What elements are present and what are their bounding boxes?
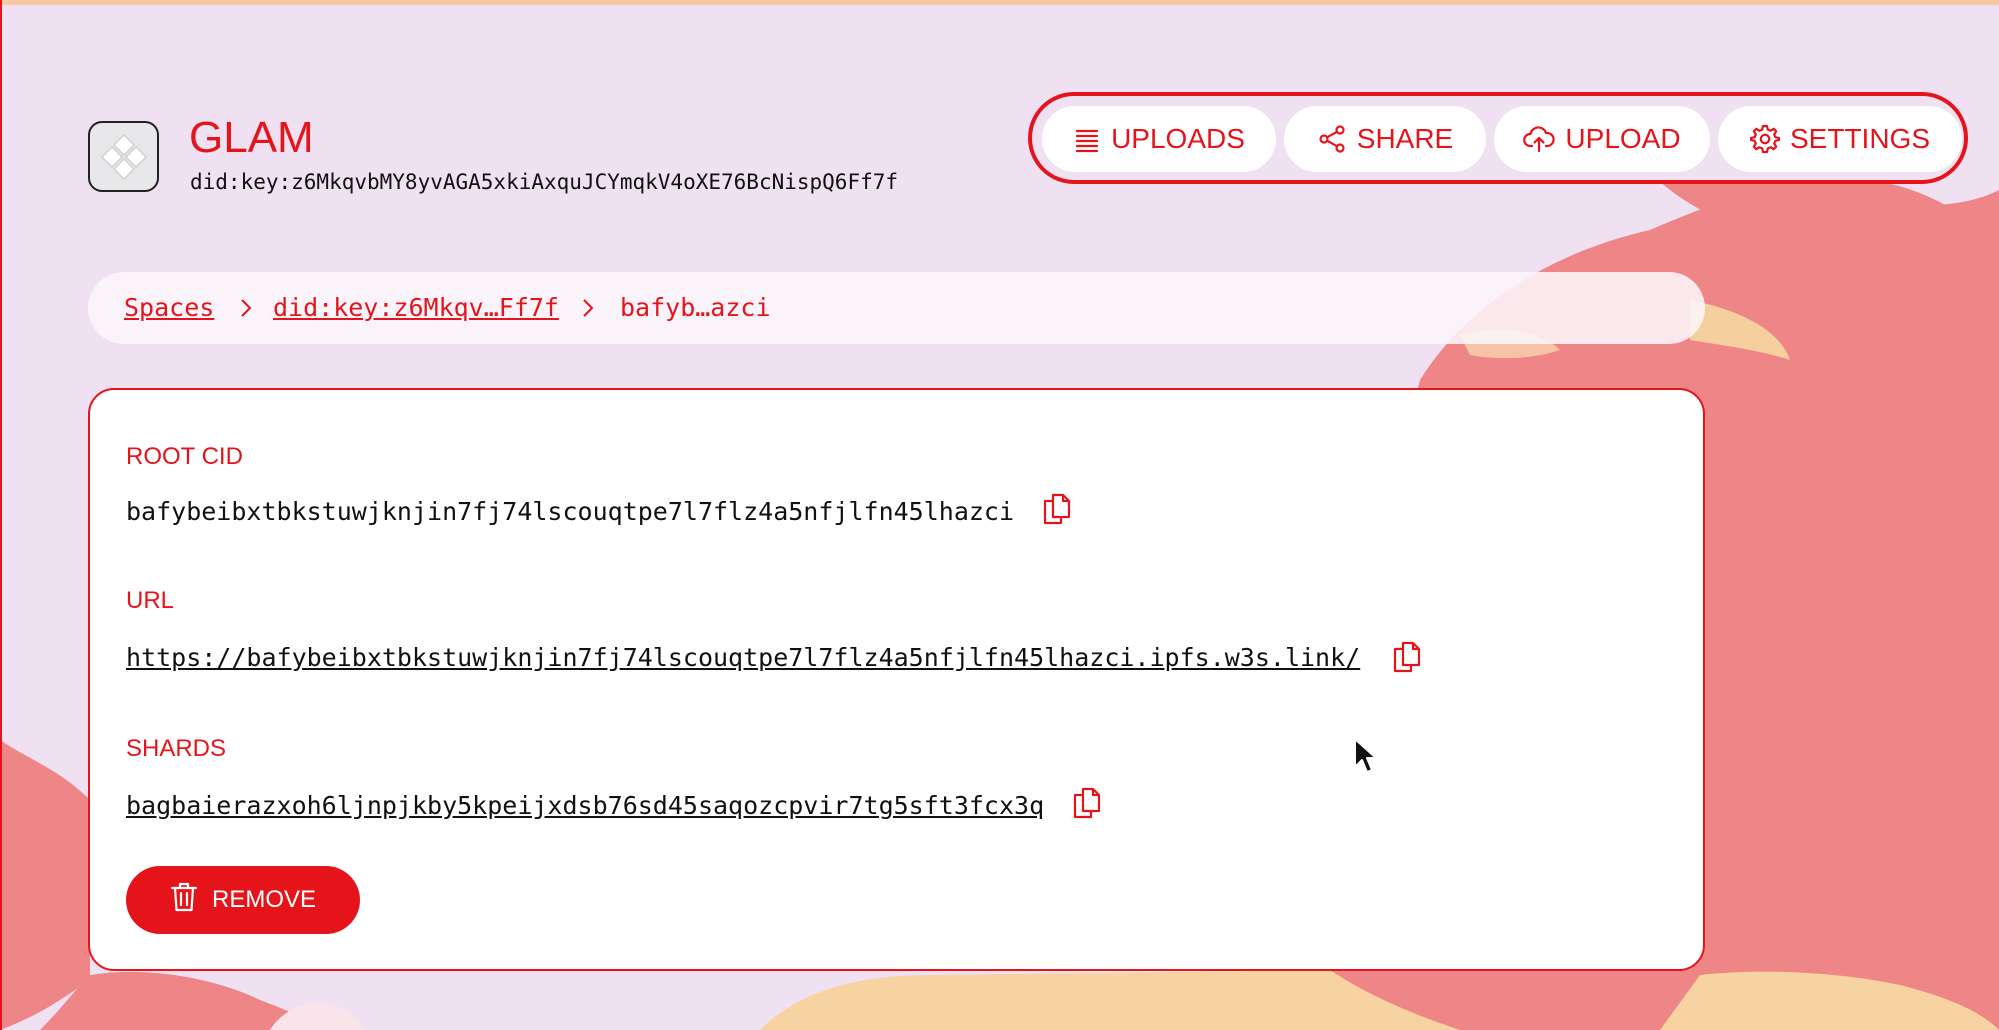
cloud-upload-icon [1523,124,1556,154]
settings-label: SETTINGS [1789,123,1930,154]
gear-icon [1749,124,1780,154]
uploads-label: UPLOADS [1111,123,1245,154]
url-label: URL [126,587,175,614]
list-icon [1073,125,1101,153]
app-title: GLAM [189,113,314,162]
breadcrumb: Spaces did:key:z6Mkqv…Ff7f bafyb…azci [88,272,1705,344]
space-did: did:key:z6MkqvbMY8yvAGA5xkiAxquJCYmqkV4o… [190,170,899,194]
remove-label: REMOVE [211,886,316,913]
remove-button[interactable]: REMOVE [126,866,360,934]
root-cid-label: ROOT CID [126,443,243,470]
window-left-edge [0,0,2,1030]
chevron-right-icon [238,296,254,325]
copy-icon[interactable] [1072,786,1102,825]
share-button[interactable]: SHARE [1284,106,1486,172]
trash-icon [170,881,198,920]
root-cid-value: bafybeibxtbkstuwjknjin7fj74lscouqtpe7l7f… [126,497,1015,526]
share-label: SHARE [1356,123,1454,154]
breadcrumb-space[interactable]: did:key:z6Mkqv…Ff7f [273,292,559,324]
shards-label: SHARDS [126,735,227,762]
upload-button[interactable]: UPLOAD [1494,106,1710,172]
uploads-button[interactable]: UPLOADS [1042,106,1276,172]
share-icon [1317,124,1347,154]
upload-details-card: ROOT CID bafybeibxtbkstuwjknjin7fj74lsco… [88,388,1705,971]
breadcrumb-spaces[interactable]: Spaces [124,292,214,324]
main-nav: UPLOADS SHARE UPLOAD SETTINGS [1028,92,1968,184]
glam-logo-icon [88,121,159,192]
settings-button[interactable]: SETTINGS [1718,106,1962,172]
upload-label: UPLOAD [1565,123,1681,154]
breadcrumb-current: bafyb…azci [620,293,771,322]
shard-link[interactable]: bagbaierazxoh6ljnpjkby5kpeijxdsb76sd45sa… [126,790,1044,822]
gateway-url-link[interactable]: https://bafybeibxtbkstuwjknjin7fj74lscou… [126,642,1360,674]
mouse-cursor-icon [1353,737,1379,782]
chevron-right-icon [580,296,596,325]
copy-icon[interactable] [1392,640,1422,679]
copy-icon[interactable] [1042,492,1072,531]
